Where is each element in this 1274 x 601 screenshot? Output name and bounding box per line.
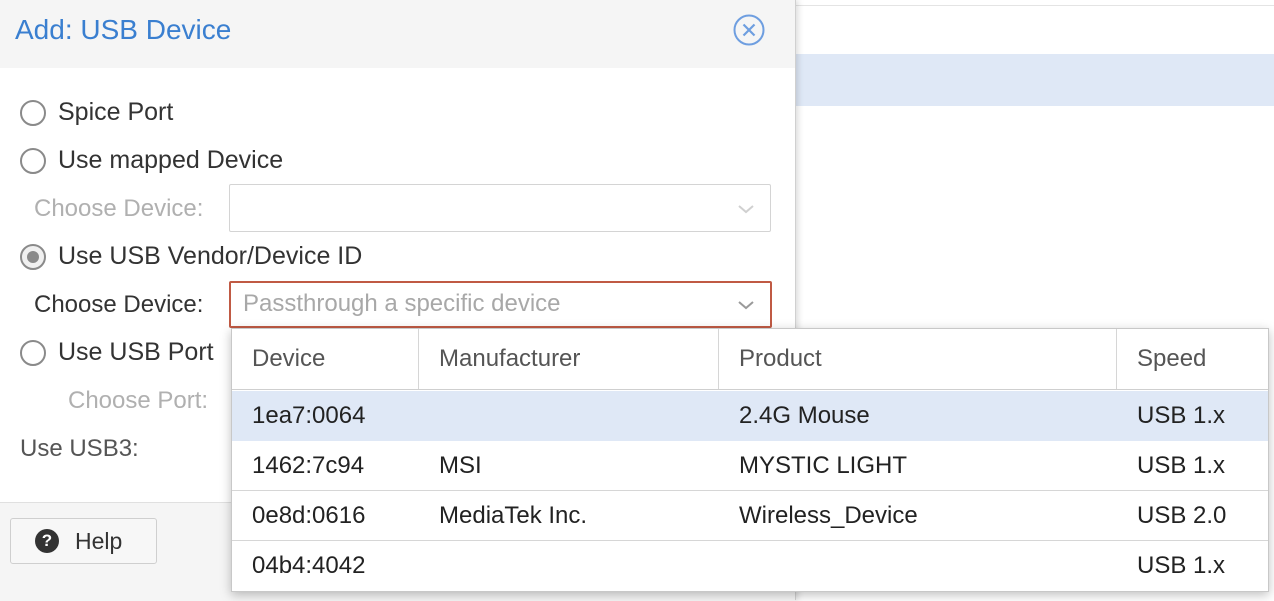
- vendor-device-id-radio[interactable]: [20, 243, 46, 270]
- picker-header: Device Manufacturer Product Speed: [232, 329, 1268, 390]
- background-grid-line: [796, 5, 1274, 6]
- question-circle-icon: ?: [35, 529, 59, 553]
- cell-manufacturer: MSI: [439, 452, 482, 479]
- mapped-device-label: Use mapped Device: [58, 146, 284, 174]
- cell-device: 1462:7c94: [252, 452, 365, 479]
- option-vendor-device-id[interactable]: Use USB Vendor/Device ID: [20, 242, 362, 271]
- mapped-device-radio[interactable]: [20, 147, 46, 174]
- cell-device: 04b4:4042: [252, 552, 366, 579]
- dialog-title: Add: USB Device: [15, 14, 232, 45]
- background-selected-row[interactable]: [796, 54, 1274, 106]
- option-usb-port[interactable]: Use USB Port: [20, 338, 214, 367]
- close-icon[interactable]: [732, 13, 766, 47]
- cell-speed: USB 1.x: [1137, 402, 1226, 429]
- table-row[interactable]: 1462:7c94 MSI MYSTIC LIGHT USB 1.x: [232, 441, 1268, 491]
- cell-device: 0e8d:0616: [252, 502, 366, 529]
- cell-manufacturer: [419, 541, 719, 591]
- option-spice-port[interactable]: Spice Port: [20, 98, 173, 127]
- cell-product: [719, 541, 1117, 591]
- cell-speed: USB 1.x: [1137, 452, 1226, 479]
- cell-product: Wireless_Device: [739, 502, 918, 529]
- help-button[interactable]: ? Help: [10, 518, 157, 564]
- use-usb3-label: Use USB3:: [20, 435, 139, 462]
- cell-manufacturer: MediaTek Inc.: [439, 502, 588, 529]
- column-header-product[interactable]: Product: [719, 329, 1117, 389]
- chevron-down-icon[interactable]: [736, 199, 756, 219]
- usb-port-label: Use USB Port: [58, 338, 214, 366]
- usb-port-radio[interactable]: [20, 339, 46, 366]
- cell-product: 2.4G Mouse: [739, 402, 870, 429]
- vendor-device-id-label: Use USB Vendor/Device ID: [58, 242, 363, 270]
- cell-speed: USB 2.0: [1137, 502, 1227, 529]
- spice-port-label: Spice Port: [58, 98, 174, 126]
- column-header-manufacturer[interactable]: Manufacturer: [419, 329, 719, 389]
- column-header-speed[interactable]: Speed: [1117, 329, 1268, 389]
- cell-product: MYSTIC LIGHT: [739, 452, 908, 479]
- option-mapped-device[interactable]: Use mapped Device: [20, 146, 283, 175]
- mapped-choose-device-label: Choose Device:: [34, 195, 204, 222]
- cell-speed: USB 1.x: [1137, 552, 1226, 579]
- vendor-device-placeholder: Passthrough a specific device: [243, 290, 561, 317]
- vendor-choose-device-label: Choose Device:: [34, 291, 204, 318]
- table-row[interactable]: 1ea7:0064 2.4G Mouse USB 1.x: [232, 391, 1268, 441]
- usb-device-picker: Device Manufacturer Product Speed 1ea7:0…: [231, 328, 1269, 592]
- mapped-device-combo[interactable]: [229, 184, 771, 232]
- column-header-device[interactable]: Device: [232, 329, 419, 389]
- dialog-header: Add: USB Device: [0, 0, 795, 68]
- cell-manufacturer: [419, 391, 719, 440]
- table-row[interactable]: 04b4:4042 USB 1.x: [232, 541, 1268, 591]
- vendor-device-combo[interactable]: Passthrough a specific device: [229, 281, 772, 328]
- chevron-down-icon[interactable]: [736, 295, 756, 315]
- help-button-label: Help: [75, 527, 123, 554]
- spice-port-radio[interactable]: [20, 99, 46, 126]
- port-choose-label: Choose Port:: [68, 387, 209, 414]
- cell-device: 1ea7:0064: [252, 402, 366, 429]
- table-row[interactable]: 0e8d:0616 MediaTek Inc. Wireless_Device …: [232, 491, 1268, 541]
